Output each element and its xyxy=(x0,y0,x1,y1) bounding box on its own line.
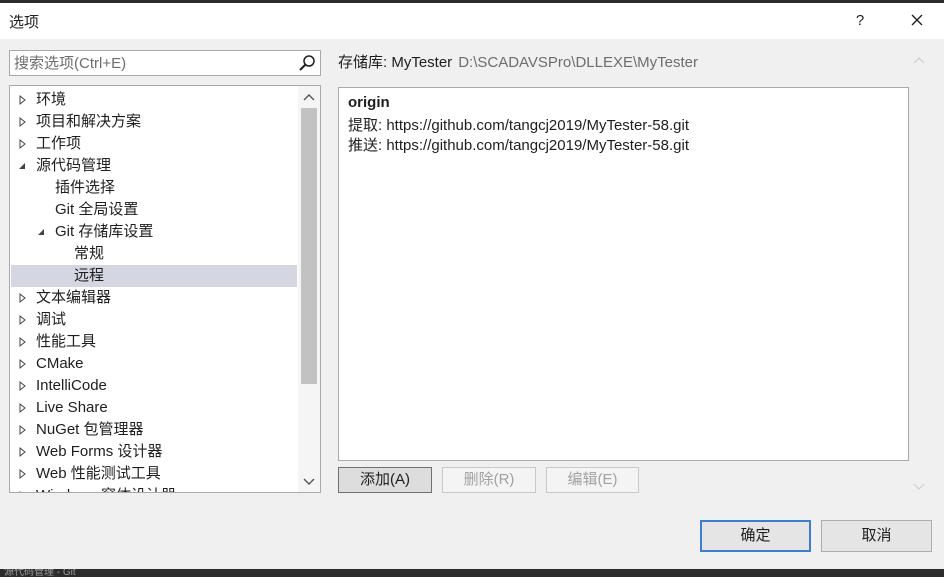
tree-item-label: 源代码管理 xyxy=(36,157,112,174)
expand-arrow-icon[interactable] xyxy=(17,111,29,133)
collapse-arrow-icon[interactable] xyxy=(36,221,48,243)
tree-item-label: NuGet 包管理器 xyxy=(36,421,144,438)
scroll-thumb[interactable] xyxy=(301,108,317,384)
delete-button[interactable]: 删除(R) xyxy=(442,467,536,493)
expand-arrow-icon[interactable] xyxy=(17,89,29,111)
tree-item[interactable]: 远程 xyxy=(11,265,297,287)
options-dialog: 选项 ? Windows 窗体设计器 Web 性能测试工具 Web Forms 设计… xyxy=(0,3,944,569)
expand-arrow-icon[interactable] xyxy=(17,309,29,331)
tree-item[interactable]: CMake xyxy=(11,353,297,375)
expand-arrow-icon[interactable] xyxy=(17,287,29,309)
expand-arrow-icon[interactable] xyxy=(17,397,29,419)
scroll-up-icon[interactable] xyxy=(298,87,320,107)
tree-item[interactable]: NuGet 包管理器 xyxy=(11,419,297,441)
help-button[interactable]: ? xyxy=(846,8,874,34)
edit-button[interactable]: 编辑(E) xyxy=(546,467,639,493)
search-box xyxy=(9,50,321,76)
tree-item[interactable]: 性能工具 xyxy=(11,331,297,353)
expand-arrow-icon[interactable] xyxy=(17,133,29,155)
tree-item[interactable]: 工作项 xyxy=(11,133,297,155)
expand-arrow-icon[interactable] xyxy=(17,441,29,463)
chevron-down-icon[interactable] xyxy=(912,481,926,491)
repository-path: D:\SCADAVSPro\DLLEXE\MyTester xyxy=(458,54,698,71)
tree-item-label: Live Share xyxy=(36,399,108,416)
remote-push-url: 推送: https://github.com/tangcj2019/MyTest… xyxy=(348,137,689,154)
ok-button[interactable]: 确定 xyxy=(700,520,811,552)
expand-arrow-icon[interactable] xyxy=(17,331,29,353)
tree-item-label: Web 性能测试工具 xyxy=(36,465,161,482)
cancel-button[interactable]: 取消 xyxy=(821,520,932,552)
expand-arrow-icon[interactable] xyxy=(17,419,29,441)
search-input[interactable] xyxy=(14,53,294,73)
tree-item[interactable]: 源代码管理 xyxy=(11,155,297,177)
tree-item-label: 常规 xyxy=(74,245,105,262)
tree-item-label: 远程 xyxy=(74,267,105,284)
dialog-title: 选项 xyxy=(9,14,40,31)
expand-arrow-icon[interactable] xyxy=(17,375,29,397)
remote-name[interactable]: origin xyxy=(348,94,390,111)
tree-item-label: 工作项 xyxy=(36,135,82,152)
expand-arrow-icon[interactable] xyxy=(17,463,29,485)
remote-fetch-url: 提取: https://github.com/tangcj2019/MyTest… xyxy=(348,117,689,134)
tree-item[interactable]: 调试 xyxy=(11,309,297,331)
tree-item-label: 性能工具 xyxy=(36,333,97,350)
tree-item[interactable]: IntelliCode xyxy=(11,375,297,397)
repository-name: 存储库: MyTester xyxy=(338,54,453,71)
tree-item-label: 调试 xyxy=(36,311,67,328)
background-status-strip: 源代码管理 - Git xyxy=(0,569,944,577)
scroll-down-icon[interactable] xyxy=(298,471,320,491)
tree-item[interactable]: Live Share xyxy=(11,397,297,419)
search-icon[interactable] xyxy=(298,54,316,72)
chevron-up-icon[interactable] xyxy=(912,55,926,65)
tree-item-label: 文本编辑器 xyxy=(36,289,112,306)
expand-arrow-icon[interactable] xyxy=(17,485,29,493)
tree-scrollbar[interactable] xyxy=(298,86,320,492)
tree-item-label: IntelliCode xyxy=(36,377,107,394)
title-bar: 选项 ? xyxy=(0,3,944,39)
tree-item-label: Web Forms 设计器 xyxy=(36,443,163,460)
tree-item-label: 环境 xyxy=(36,91,67,108)
tree-item[interactable]: 文本编辑器 xyxy=(11,287,297,309)
tree-item[interactable]: Windows 窗体设计器 xyxy=(11,485,297,493)
tree-item[interactable]: Web 性能测试工具 xyxy=(11,463,297,485)
collapse-arrow-icon[interactable] xyxy=(17,155,29,177)
tree-item[interactable]: 常规 xyxy=(11,243,297,265)
add-button[interactable]: 添加(A) xyxy=(338,467,432,493)
tree-item-label: CMake xyxy=(36,355,84,372)
tree-item[interactable]: 环境 xyxy=(11,89,297,111)
remotes-list[interactable]: origin 提取: https://github.com/tangcj2019… xyxy=(338,87,909,461)
tree-item-label: Git 全局设置 xyxy=(55,201,139,218)
options-tree: Windows 窗体设计器 Web 性能测试工具 Web Forms 设计器 NuGe… xyxy=(9,85,321,493)
close-icon xyxy=(911,14,923,26)
expand-arrow-icon[interactable] xyxy=(17,353,29,375)
tree-item-label: 项目和解决方案 xyxy=(36,113,142,130)
tree-item[interactable]: Git 全局设置 xyxy=(11,199,297,221)
tree-item[interactable]: Git 存储库设置 xyxy=(11,221,297,243)
close-button[interactable] xyxy=(902,8,932,34)
tree-item-label: 插件选择 xyxy=(55,179,116,196)
repository-header: 存储库: MyTester D:\SCADAVSPro\DLLEXE\MyTest… xyxy=(338,51,698,72)
tree-item[interactable]: 项目和解决方案 xyxy=(11,111,297,133)
tree-item-label: Windows 窗体设计器 xyxy=(36,485,176,492)
tree-item-label: Git 存储库设置 xyxy=(55,223,154,240)
background-status-text: 源代码管理 - Git xyxy=(4,569,76,577)
tree-item[interactable]: Web Forms 设计器 xyxy=(11,441,297,463)
tree-item[interactable]: 插件选择 xyxy=(11,177,297,199)
